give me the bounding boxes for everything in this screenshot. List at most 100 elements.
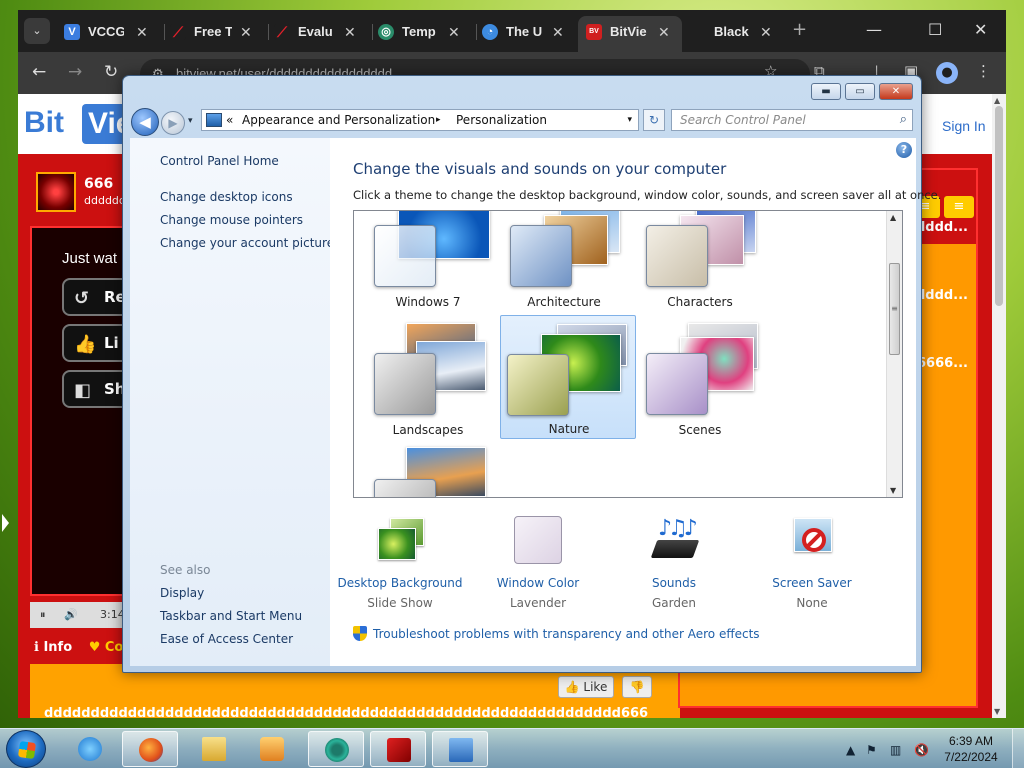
change-mouse-pointers-link[interactable]: Change mouse pointers <box>160 213 303 227</box>
taskbar-internet-explorer[interactable] <box>62 731 118 767</box>
channel-name[interactable]: 666 <box>84 176 113 192</box>
like-button[interactable]: 👍 Like <box>558 676 614 698</box>
sign-in-link[interactable]: Sign In <box>942 118 986 134</box>
taskbar-clock[interactable]: 6:39 AM 7/22/2024 <box>940 733 1002 765</box>
breadcrumb-separator-icon[interactable]: ▸ <box>436 110 441 130</box>
tab-black[interactable]: Black ✕ <box>690 18 786 46</box>
related-item-title[interactable]: 6666... <box>917 356 968 371</box>
help-icon[interactable]: ? <box>896 142 912 158</box>
change-desktop-icons-link[interactable]: Change desktop icons <box>160 190 293 204</box>
theme-windows-7[interactable]: Windows 7 <box>360 211 496 309</box>
troubleshoot-aero-link[interactable]: Troubleshoot problems with transparency … <box>353 626 760 641</box>
close-icon[interactable]: ✕ <box>974 20 987 39</box>
related-item-title[interactable]: dddd... <box>916 288 968 303</box>
back-button[interactable]: ◀ <box>131 108 159 136</box>
volume-muted-icon[interactable]: 🔇 <box>914 743 929 757</box>
tab-close-icon[interactable]: ✕ <box>552 18 564 46</box>
change-account-picture-link[interactable]: Change your account picture <box>160 236 334 250</box>
theme-characters[interactable]: Characters <box>632 211 768 309</box>
theme-partial[interactable] <box>360 441 496 497</box>
taskbar-file-explorer[interactable] <box>186 731 242 767</box>
scroll-down-icon[interactable]: ▼ <box>994 707 1000 716</box>
search-input[interactable]: Search Control Panel ⌕ <box>671 109 913 131</box>
scroll-up-icon[interactable]: ▲ <box>890 213 896 222</box>
windows-logo-icon <box>17 740 37 760</box>
desktop-background-link[interactable]: Desktop Background <box>330 576 470 590</box>
taskbar-firefox[interactable] <box>122 731 178 767</box>
breadcrumb-personalization[interactable]: Personalization <box>456 110 547 130</box>
refresh-icon[interactable]: ↻ <box>643 109 665 131</box>
scroll-down-icon[interactable]: ▼ <box>890 486 896 495</box>
show-hidden-icons-icon[interactable]: ▲ <box>846 743 855 757</box>
profile-avatar-icon[interactable]: ● <box>936 62 958 84</box>
forward-arrow-icon[interactable]: → <box>68 62 82 82</box>
address-bar[interactable]: « Appearance and Personalization ▸ Perso… <box>201 109 639 131</box>
control-panel-home-link[interactable]: Control Panel Home <box>160 154 279 168</box>
tab-close-icon[interactable]: ✕ <box>344 18 356 46</box>
theme-list-scrollbar[interactable]: ▲ ≡ ▼ <box>886 211 902 497</box>
list-view-button[interactable]: ≡ <box>944 196 974 218</box>
tab-close-icon[interactable]: ✕ <box>240 18 252 46</box>
close-icon[interactable]: ✕ <box>879 83 913 100</box>
window-color-link[interactable]: Window Color <box>468 576 608 590</box>
task-pane: Control Panel Home Change desktop icons … <box>130 138 334 666</box>
theme-landscapes[interactable]: Landscapes <box>360 315 496 439</box>
taskbar-media-player[interactable] <box>244 731 300 767</box>
new-tab-button[interactable]: + <box>792 19 807 40</box>
address-dropdown-icon[interactable]: ▾ <box>627 110 632 130</box>
volume-icon[interactable]: 🔊 <box>64 602 78 628</box>
reload-icon[interactable]: ↻ <box>104 62 118 82</box>
tab-vccg[interactable]: V VCCG ✕ <box>64 18 160 46</box>
scrollbar-thumb[interactable] <box>995 106 1003 306</box>
start-button[interactable] <box>6 730 46 768</box>
taskbar-kaspersky[interactable] <box>370 731 426 767</box>
browser-menu-icon[interactable]: ⋮ <box>976 62 991 80</box>
tab-search-button[interactable]: ⌄ <box>24 18 50 44</box>
recent-pages-icon[interactable]: ▾ <box>188 116 193 126</box>
dislike-button[interactable]: 👎 <box>622 676 652 698</box>
tab-close-icon[interactable]: ✕ <box>760 18 772 46</box>
theme-scenes[interactable]: Scenes <box>632 315 768 439</box>
minimize-icon[interactable]: ▬ <box>811 83 841 100</box>
bitview-logo-bit[interactable]: Bit <box>24 106 64 140</box>
comments-tab[interactable]: ♥ Co <box>89 640 124 655</box>
theme-architecture[interactable]: Architecture <box>496 211 632 309</box>
video-tabs: ℹ Info ♥ Co <box>34 640 123 655</box>
tab-evalu[interactable]: ⟋ Evalu ✕ <box>274 18 370 46</box>
scrollbar-thumb[interactable]: ≡ <box>889 263 900 355</box>
sounds-link[interactable]: Sounds <box>604 576 744 590</box>
show-desktop-button[interactable] <box>1012 729 1024 768</box>
tab-temp[interactable]: ◎ Temp ✕ <box>378 18 474 46</box>
info-tab[interactable]: ℹ Info <box>34 640 72 655</box>
theme-nature[interactable]: Nature <box>500 315 636 439</box>
back-arrow-icon[interactable]: ← <box>32 62 46 82</box>
forward-button[interactable]: ▶ <box>161 111 185 135</box>
related-item-title[interactable]: dddd... <box>916 220 968 235</box>
tab-close-icon[interactable]: ✕ <box>448 18 460 46</box>
scroll-up-icon[interactable]: ▲ <box>994 96 1000 105</box>
video-description: dddddddddddddddddddddddddddddddddddddddd… <box>44 706 649 718</box>
display-link[interactable]: Display <box>160 586 204 600</box>
screen-saver-link[interactable]: Screen Saver <box>742 576 882 590</box>
search-icon[interactable]: ⌕ <box>900 110 907 130</box>
maximize-icon[interactable]: ☐ <box>928 20 942 39</box>
network-icon[interactable]: ▥ <box>890 743 901 757</box>
action-center-flag-icon[interactable]: ⚑ <box>866 743 877 757</box>
tab-close-icon[interactable]: ✕ <box>658 18 670 46</box>
tab-the-u[interactable]: ◔ The U ✕ <box>482 18 578 46</box>
address-overflow-icon[interactable]: « <box>226 110 233 130</box>
tab-close-icon[interactable]: ✕ <box>136 18 148 46</box>
ease-of-access-link[interactable]: Ease of Access Center <box>160 632 293 646</box>
taskbar-control-panel[interactable] <box>432 731 488 767</box>
breadcrumb-appearance[interactable]: Appearance and Personalization <box>242 110 435 130</box>
taskbar-chrome[interactable] <box>308 731 364 767</box>
minimize-icon[interactable]: — <box>866 20 882 39</box>
taskbar-start-menu-link[interactable]: Taskbar and Start Menu <box>160 609 302 623</box>
page-scrollbar[interactable]: ▲ ▼ <box>992 94 1006 718</box>
channel-avatar[interactable] <box>36 172 76 212</box>
maximize-icon[interactable]: ▭ <box>845 83 875 100</box>
tab-bitview[interactable]: BV BitVie ✕ <box>586 18 682 46</box>
theme-color-swatch <box>374 479 436 497</box>
pause-icon[interactable]: ⏸ <box>40 602 46 628</box>
tab-free[interactable]: ⟋ Free T ✕ <box>170 18 266 46</box>
